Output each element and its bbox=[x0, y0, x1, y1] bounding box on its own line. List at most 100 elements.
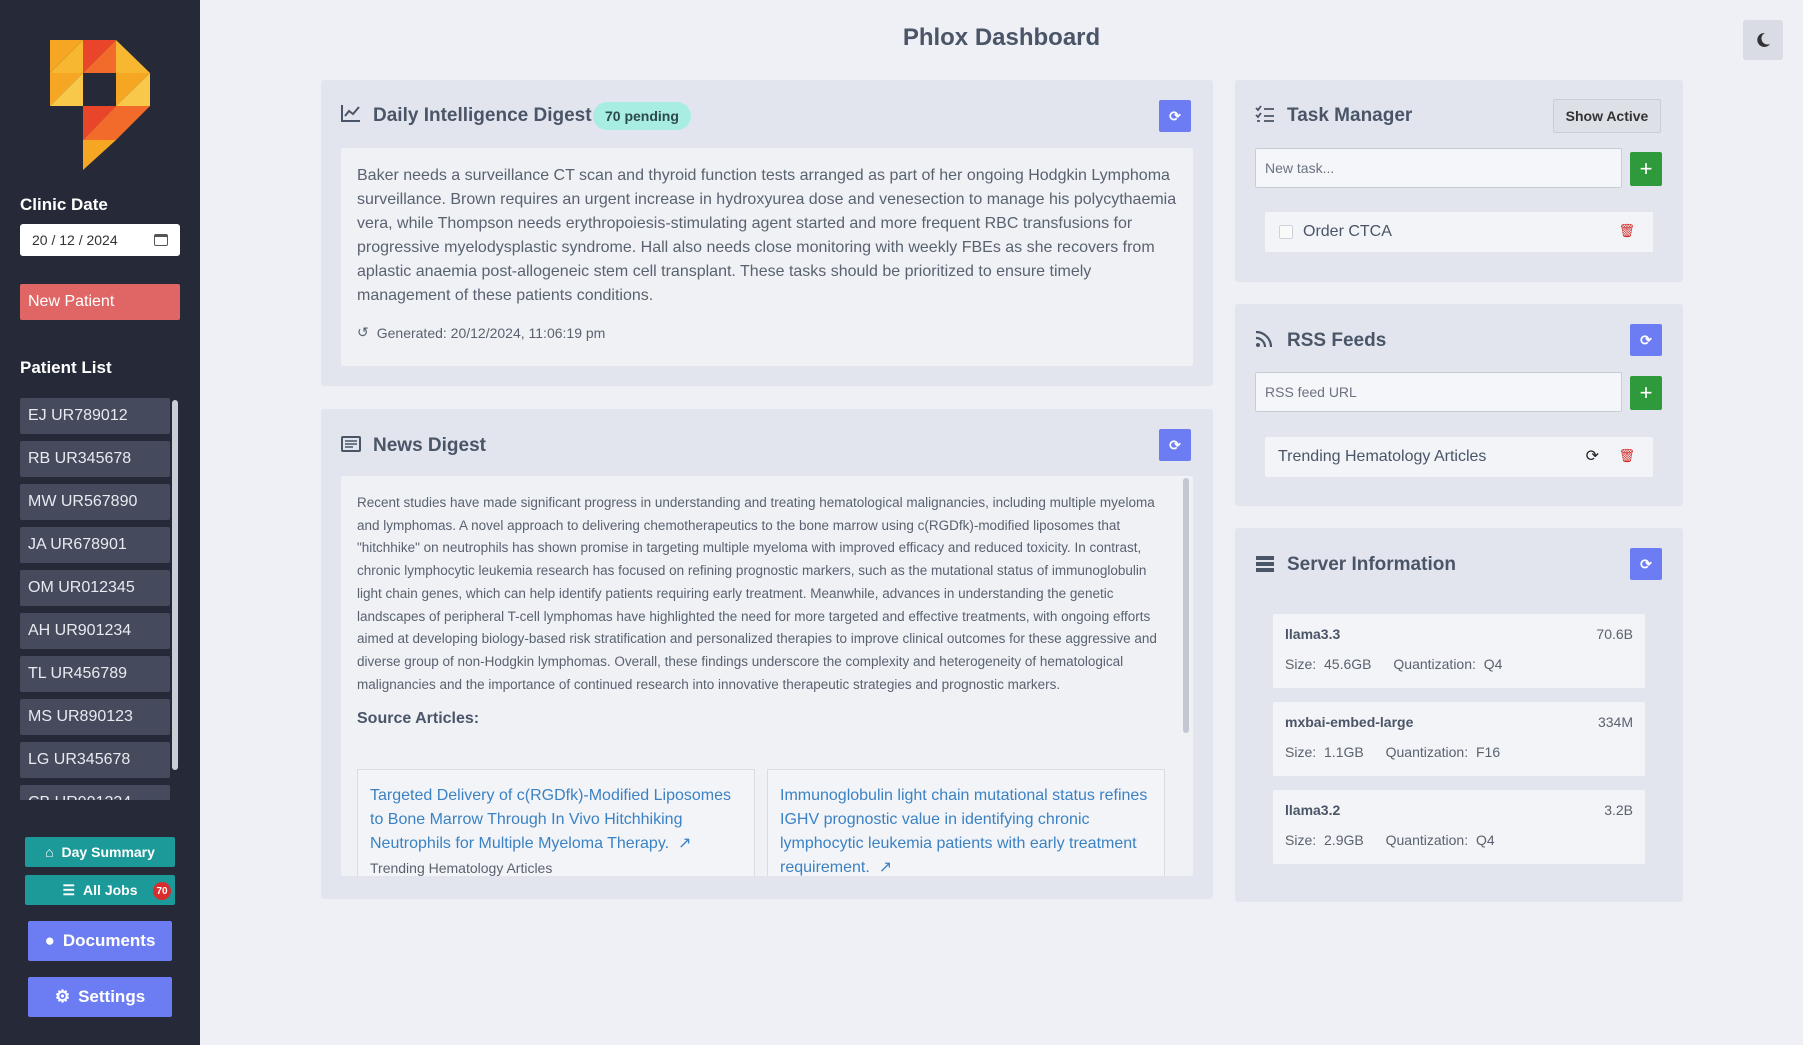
patient-item[interactable]: LG UR345678 bbox=[20, 742, 170, 778]
model-name: mxbai-embed-large bbox=[1285, 714, 1414, 730]
digest-panel: Baker needs a surveillance CT scan and t… bbox=[341, 148, 1193, 366]
documents-label: Documents bbox=[62, 931, 156, 950]
patient-item[interactable]: TL UR456789 bbox=[20, 656, 170, 692]
patient-item[interactable]: AH UR901234 bbox=[20, 613, 170, 649]
settings-button[interactable]: ⚙ Settings bbox=[28, 977, 172, 1017]
digest-refresh-button[interactable]: ⟳ bbox=[1159, 100, 1191, 132]
plus-icon: + bbox=[1639, 380, 1653, 405]
size-label: Size: bbox=[1285, 744, 1317, 760]
refresh-icon: ⟳ bbox=[1169, 436, 1181, 453]
model-card: llama3.3 70.6B Size: 45.6GB Quantization… bbox=[1273, 614, 1645, 688]
patient-item[interactable]: CB UR901234 bbox=[20, 785, 170, 800]
refresh-icon: ⟳ bbox=[1640, 555, 1652, 572]
trash-icon[interactable]: 🗑 bbox=[1618, 448, 1635, 464]
daily-digest-title: Daily Intelligence Digest bbox=[373, 105, 592, 126]
patient-list-label: Patient List bbox=[20, 358, 112, 377]
clinic-date-input[interactable]: 20 / 12 / 2024 bbox=[20, 224, 180, 256]
patient-item[interactable]: EJ UR789012 bbox=[20, 398, 170, 434]
settings-label: Settings bbox=[78, 987, 146, 1006]
patient-list-scrollbar[interactable] bbox=[172, 400, 178, 770]
quantization-label: Quantization: bbox=[1385, 832, 1469, 848]
news-refresh-button[interactable]: ⟳ bbox=[1159, 429, 1191, 461]
trash-icon[interactable]: 🗑 bbox=[1618, 223, 1635, 239]
show-active-button[interactable]: Show Active bbox=[1553, 99, 1661, 133]
server-icon bbox=[1255, 555, 1275, 578]
clinic-date-value: 20 / 12 / 2024 bbox=[32, 232, 118, 248]
news-body: Recent studies have made significant pro… bbox=[357, 495, 1157, 692]
task-checkbox[interactable] bbox=[1279, 225, 1293, 239]
jobs-count-badge: 70 bbox=[153, 882, 171, 900]
source-article-card[interactable]: Targeted Delivery of c(RGDfk)-Modified L… bbox=[357, 769, 755, 877]
model-meta: Size: 45.6GB Quantization: Q4 bbox=[1285, 656, 1633, 672]
dark-mode-toggle[interactable] bbox=[1743, 20, 1783, 60]
model-size: 45.6GB bbox=[1324, 656, 1372, 672]
rss-refresh-button[interactable]: ⟳ bbox=[1630, 324, 1662, 356]
calendar-icon[interactable] bbox=[154, 234, 168, 246]
add-task-button[interactable]: + bbox=[1630, 152, 1662, 186]
add-feed-button[interactable]: + bbox=[1630, 376, 1662, 410]
news-panel-bottom-edge bbox=[341, 876, 1193, 899]
generated-row: ↺ Generated: 20/12/2024, 11:06:19 pm bbox=[357, 324, 1177, 341]
article-link[interactable]: Immunoglobulin light chain mutational st… bbox=[780, 787, 1147, 876]
phlox-logo bbox=[50, 40, 150, 170]
task-manager-title: Task Manager bbox=[1287, 105, 1413, 126]
model-name: llama3.2 bbox=[1285, 802, 1341, 818]
day-summary-label: Day Summary bbox=[61, 844, 155, 860]
model-name: llama3.3 bbox=[1285, 626, 1341, 642]
moon-icon bbox=[1757, 32, 1770, 47]
patient-item[interactable]: RB UR345678 bbox=[20, 441, 170, 477]
patient-item[interactable]: OM UR012345 bbox=[20, 570, 170, 606]
patient-item[interactable]: MS UR890123 bbox=[20, 699, 170, 735]
article-source: Trending Hematology Articles bbox=[370, 860, 553, 876]
news-digest-title: News Digest bbox=[373, 435, 486, 456]
sync-icon[interactable]: ⟳ bbox=[1586, 446, 1599, 466]
model-params: 70.6B bbox=[1596, 626, 1633, 642]
size-label: Size: bbox=[1285, 656, 1317, 672]
pending-badge: 70 pending bbox=[593, 102, 691, 130]
model-size: 1.1GB bbox=[1324, 744, 1364, 760]
patient-item[interactable]: JA UR678901 bbox=[20, 527, 170, 563]
palette-icon: ● bbox=[44, 931, 55, 950]
rss-feeds-title: RSS Feeds bbox=[1287, 330, 1387, 351]
sidebar: Clinic Date 20 / 12 / 2024 New Patient P… bbox=[0, 0, 200, 1045]
server-refresh-button[interactable]: ⟳ bbox=[1630, 548, 1662, 580]
model-meta: Size: 2.9GB Quantization: Q4 bbox=[1285, 832, 1633, 848]
all-jobs-label: All Jobs bbox=[83, 882, 138, 898]
newspaper-icon bbox=[341, 436, 361, 457]
size-label: Size: bbox=[1285, 832, 1317, 848]
home-icon: ⌂ bbox=[45, 844, 54, 860]
patient-list: EJ UR789012 RB UR345678 MW UR567890 JA U… bbox=[20, 398, 170, 800]
all-jobs-button[interactable]: ☰ All Jobs 70 bbox=[25, 875, 175, 905]
model-quantization: Q4 bbox=[1476, 832, 1495, 848]
refresh-icon: ⟳ bbox=[1169, 107, 1181, 124]
model-meta: Size: 1.1GB Quantization: F16 bbox=[1285, 744, 1633, 760]
external-link-icon: ↗ bbox=[874, 859, 893, 876]
model-quantization: Q4 bbox=[1483, 656, 1503, 672]
rss-feed-item: Trending Hematology Articles ⟳ 🗑 bbox=[1265, 437, 1653, 477]
source-article-card[interactable]: Immunoglobulin light chain mutational st… bbox=[767, 769, 1165, 877]
rss-url-input[interactable]: RSS feed URL bbox=[1255, 372, 1622, 412]
rss-feed-name: Trending Hematology Articles bbox=[1278, 448, 1487, 465]
source-articles-heading: Source Articles: bbox=[357, 710, 480, 728]
plus-icon: + bbox=[1639, 156, 1653, 181]
refresh-icon: ⟳ bbox=[1640, 331, 1652, 348]
patient-item[interactable]: MW UR567890 bbox=[20, 484, 170, 520]
quantization-label: Quantization: bbox=[1385, 744, 1469, 760]
server-info-title: Server Information bbox=[1287, 554, 1456, 575]
model-params: 334M bbox=[1597, 714, 1633, 730]
quantization-label: Quantization: bbox=[1393, 656, 1476, 672]
gear-icon: ⚙ bbox=[54, 987, 71, 1006]
documents-button[interactable]: ● Documents bbox=[28, 921, 172, 961]
new-patient-button[interactable]: New Patient bbox=[20, 284, 180, 320]
rss-icon bbox=[1255, 330, 1273, 353]
page-title: Phlox Dashboard bbox=[902, 24, 1101, 51]
model-size: 2.9GB bbox=[1324, 832, 1364, 848]
history-icon: ↺ bbox=[357, 324, 369, 340]
day-summary-button[interactable]: ⌂ Day Summary bbox=[25, 837, 175, 867]
clinic-date-label: Clinic Date bbox=[20, 195, 108, 214]
task-label: Order CTCA bbox=[1303, 223, 1392, 240]
news-scrollbar[interactable] bbox=[1183, 478, 1189, 733]
new-task-input[interactable]: New task... bbox=[1255, 148, 1622, 188]
model-card: llama3.2 3.2B Size: 2.9GB Quantization: … bbox=[1273, 790, 1645, 864]
list-icon: ☰ bbox=[62, 881, 76, 898]
